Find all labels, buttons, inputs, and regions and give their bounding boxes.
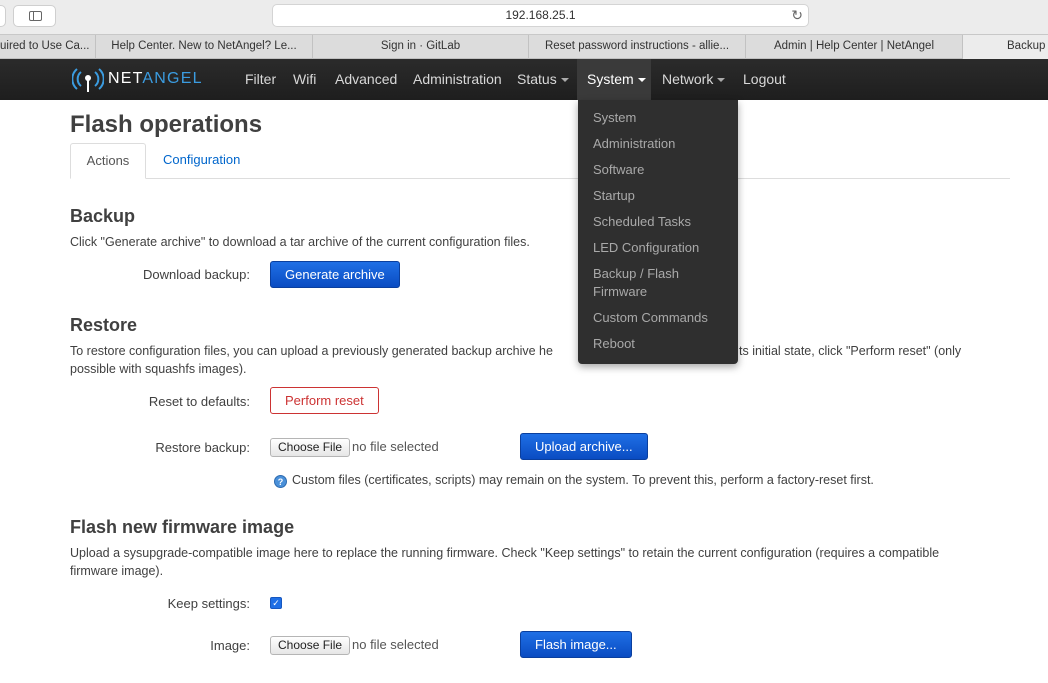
reset-defaults-label: Reset to defaults: xyxy=(148,394,250,409)
flash-description-line2: firmware image). xyxy=(70,564,164,578)
browser-tab[interactable]: Help Center. New to NetAngel? Le... xyxy=(95,35,312,59)
backup-description: Click "Generate archive" to download a t… xyxy=(70,235,530,249)
restore-description-part2: ts initial state, click "Perform reset" … xyxy=(739,344,962,358)
menu-item-custom-commands[interactable]: Custom Commands xyxy=(593,309,733,327)
nav-filter[interactable]: Filter xyxy=(245,59,276,100)
menu-item-scheduled-tasks[interactable]: Scheduled Tasks xyxy=(593,213,733,231)
flash-description-line1: Upload a sysupgrade-compatible image her… xyxy=(70,546,940,560)
nav-wifi[interactable]: Wifi xyxy=(293,59,316,100)
backup-heading: Backup xyxy=(70,206,136,226)
menu-item-backup-flash-firmware[interactable]: Backup / Flash Firmware xyxy=(593,265,703,301)
menu-item-software[interactable]: Software xyxy=(593,161,733,179)
sidebar-icon xyxy=(29,11,42,21)
browser-tab[interactable]: Admin | Help Center | NetAngel xyxy=(745,35,962,59)
restore-description-part3: possible with squashfs images). xyxy=(70,362,247,376)
browser-tab[interactable]: Sign in · GitLab xyxy=(312,35,528,59)
generate-archive-button[interactable]: Generate archive xyxy=(270,261,400,288)
image-file-status: no file selected xyxy=(352,637,439,652)
netangel-logo[interactable]: NETANGEL xyxy=(72,67,212,93)
chevron-down-icon xyxy=(637,78,646,83)
nav-administration[interactable]: Administration xyxy=(413,59,502,100)
menu-item-reboot[interactable]: Reboot xyxy=(593,335,733,353)
nav-advanced[interactable]: Advanced xyxy=(335,59,397,100)
browser-tab-active[interactable]: Backup xyxy=(962,35,1048,59)
tab-actions[interactable]: Actions xyxy=(70,143,146,179)
restore-choose-file-button[interactable]: Choose File xyxy=(270,438,351,457)
chevron-down-icon xyxy=(717,78,726,83)
flash-image-button[interactable]: Flash image... xyxy=(520,631,632,658)
browser-tab[interactable]: Reset password instructions - allie... xyxy=(528,35,745,59)
page-title: Flash operations xyxy=(70,111,263,138)
nav-system-label: System xyxy=(587,71,634,87)
restore-backup-label: Restore backup: xyxy=(155,440,250,455)
nav-status[interactable]: Status xyxy=(517,59,569,100)
restore-file-status: no file selected xyxy=(352,439,439,454)
menu-item-led-configuration[interactable]: LED Configuration xyxy=(593,239,733,257)
system-dropdown-menu: System Administration Software Startup S… xyxy=(578,100,738,364)
main-navbar: NETANGEL Filter Wifi Advanced Administra… xyxy=(0,59,1048,100)
flash-heading: Flash new firmware image xyxy=(70,517,295,537)
sidebar-toggle-button[interactable] xyxy=(13,5,56,27)
nav-network[interactable]: Network xyxy=(662,59,726,100)
browser-tab-strip: uired to Use Ca... Help Center. New to N… xyxy=(0,34,1048,59)
address-bar[interactable]: 192.168.25.1 ↻ xyxy=(272,4,809,27)
upload-archive-button[interactable]: Upload archive... xyxy=(520,433,648,460)
back-button[interactable] xyxy=(0,5,6,27)
restore-heading: Restore xyxy=(70,315,138,335)
url-text: 192.168.25.1 xyxy=(505,8,576,22)
keep-settings-checkbox[interactable]: ✓ xyxy=(270,597,282,609)
browser-toolbar: 192.168.25.1 ↻ xyxy=(0,0,1048,34)
logo-text: NETANGEL xyxy=(108,70,203,87)
help-icon: ? xyxy=(274,475,287,488)
download-backup-label: Download backup: xyxy=(143,267,250,282)
menu-item-system[interactable]: System xyxy=(593,109,733,127)
checkmark-icon: ✓ xyxy=(272,598,280,608)
nav-status-label: Status xyxy=(517,71,557,87)
nav-network-label: Network xyxy=(662,71,714,87)
image-label: Image: xyxy=(210,638,250,653)
image-choose-file-button[interactable]: Choose File xyxy=(270,636,351,655)
nav-logout[interactable]: Logout xyxy=(743,59,786,100)
reload-icon[interactable]: ↻ xyxy=(791,7,803,24)
menu-item-administration[interactable]: Administration xyxy=(593,135,733,153)
tab-configuration[interactable]: Configuration xyxy=(163,143,240,179)
perform-reset-button[interactable]: Perform reset xyxy=(270,387,379,414)
nav-system[interactable]: System xyxy=(577,59,651,100)
antenna-icon xyxy=(72,68,104,92)
restore-help-note: Custom files (certificates, scripts) may… xyxy=(292,473,874,487)
restore-description-part1: To restore configuration files, you can … xyxy=(70,344,553,358)
menu-item-startup[interactable]: Startup xyxy=(593,187,733,205)
keep-settings-label: Keep settings: xyxy=(167,596,250,611)
chevron-down-icon xyxy=(560,78,569,83)
browser-tab[interactable]: uired to Use Ca... xyxy=(0,35,95,59)
